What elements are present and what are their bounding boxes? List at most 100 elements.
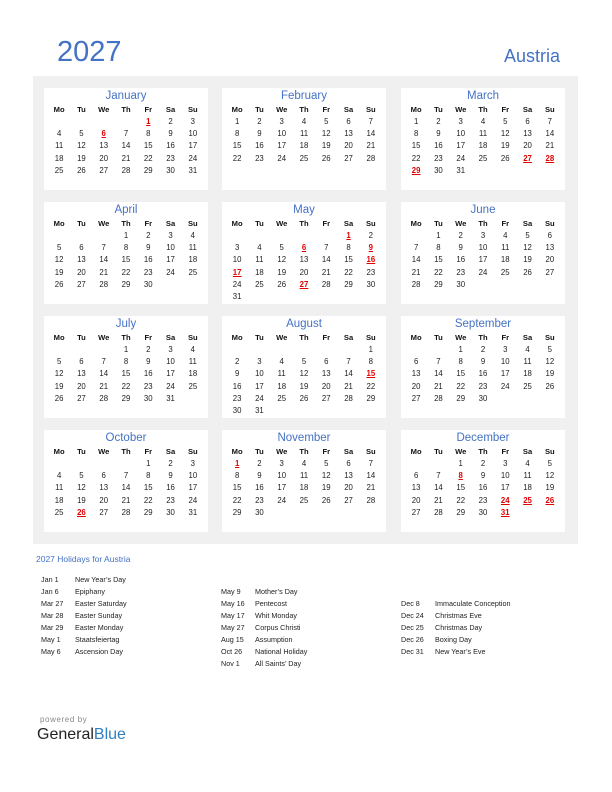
empty-cell	[271, 343, 293, 355]
day-cell: 13	[77, 369, 86, 379]
holiday-item: Dec 24 Christmas Eve	[401, 610, 511, 622]
day-cell: 5	[279, 242, 284, 252]
empty-cell	[427, 343, 449, 355]
weekday-label: We	[455, 332, 467, 342]
week-row: 1 2 3 4 5 6 7	[405, 115, 561, 127]
weekday-label: Sa	[343, 104, 354, 114]
day-cell: 19	[77, 153, 86, 163]
weekday-label: Mo	[231, 446, 243, 456]
holiday-date: Jan 6	[41, 587, 59, 596]
day-cell: 20	[321, 381, 331, 391]
day-cell: 20	[411, 495, 421, 505]
weekday-label: Su	[544, 218, 555, 228]
holiday-item: May 16 Pentecost	[221, 598, 307, 610]
day-cell: 23	[232, 393, 242, 403]
day-cell: 15	[232, 483, 242, 493]
day-cell: 15	[121, 369, 131, 379]
week-row: 19 20 21 22 23 24 25	[48, 266, 204, 278]
day-cell: 5	[324, 458, 329, 468]
weekday-label: We	[455, 104, 467, 114]
month-february: February Mo Tu We Th Fr Sa Su 1 2 3 4 5 6 7 8 9 10 11 12 13 1…	[222, 88, 386, 190]
day-cell: 23	[166, 495, 175, 505]
empty-cell	[360, 506, 382, 518]
month-april: April Mo Tu We Th Fr Sa Su 1 2 3 4 5 6 7 8 9 10 11 12 13 14 15…	[44, 202, 208, 304]
month-august: August Mo Tu We Th Fr Sa Su 1 2 3 4 5 6 7 8 9 10 11 12 13 14 1…	[222, 316, 386, 418]
weekday-label: Tu	[255, 218, 264, 228]
day-cell: 19	[299, 381, 309, 391]
day-cell: 18	[299, 483, 309, 493]
day-cell: 2	[234, 356, 240, 366]
day-cell: 2	[257, 116, 262, 126]
day-cell: 13	[344, 128, 353, 138]
weekday-label: Su	[365, 104, 376, 114]
day-cell: 14	[411, 255, 421, 265]
week-row: 23 24 25 26 27 28 29	[226, 392, 382, 404]
weekday-label: Su	[544, 446, 555, 456]
empty-cell	[115, 115, 137, 127]
week-row: 26 27 28 29 30 31	[48, 392, 204, 404]
day-cell: 13	[411, 369, 421, 379]
day-cell: 6	[346, 458, 351, 468]
week-row: 12 13 14 15 16 17 18	[48, 368, 204, 380]
month-june: June Mo Tu We Th Fr Sa Su 1 2 3 4 5 6 7 8 9 10 11 12 13 14 15 1…	[401, 202, 565, 304]
month-table: Mo Tu We Th Fr Sa Su 1 2 3 4 5 6 7 8 9 10 11 12 13 14 15 16 17 1…	[48, 331, 204, 404]
holiday-day-cell: 16	[366, 255, 376, 265]
holiday-date: Dec 24	[401, 611, 424, 620]
day-cell: 25	[299, 153, 309, 163]
week-row: 22 23 24 25 26 27 28	[226, 494, 382, 506]
weekday-label: We	[455, 446, 467, 456]
brand-name-part1: General	[37, 726, 94, 743]
weekday-label: We	[98, 332, 110, 342]
holiday-day-cell: 26	[545, 495, 555, 505]
day-cell: 25	[299, 495, 309, 505]
day-cell: 22	[121, 267, 131, 277]
holiday-day-cell: 6	[101, 128, 106, 138]
day-cell: 17	[456, 141, 466, 151]
week-row: 20 21 22 23 24 25 26	[405, 494, 561, 506]
day-cell: 25	[523, 381, 532, 391]
holiday-day-cell: 1	[234, 458, 240, 468]
month-december: December Mo Tu We Th Fr Sa Su 1 2 3 4 5 6 7 8 9 10 11 12 13 1…	[401, 430, 565, 532]
month-name: January	[105, 90, 147, 102]
day-cell: 7	[123, 128, 129, 138]
day-cell: 17	[166, 255, 175, 265]
day-cell: 23	[478, 495, 488, 505]
week-row: 4 5 6 7 8 9 10	[48, 469, 204, 481]
holiday-date: May 27	[221, 623, 245, 632]
weekday-label: Su	[187, 446, 198, 456]
day-cell: 27	[99, 165, 109, 175]
month-table: Mo Tu We Th Fr Sa Su 1 2 3 4 5 6 7 8 9 10 11 12 13 14 15 16 17 1…	[48, 103, 204, 176]
day-cell: 11	[299, 470, 309, 480]
weekday-label: Sa	[522, 332, 533, 342]
empty-cell	[337, 343, 359, 355]
holiday-name: Christmas Day	[435, 623, 483, 632]
day-cell: 7	[368, 458, 374, 468]
day-cell: 14	[121, 141, 131, 151]
day-cell: 16	[255, 483, 264, 493]
holiday-day-cell: 17	[232, 267, 242, 277]
holiday-item: May 1 Staatsfeiertag	[41, 634, 127, 646]
week-row: 27 28 29 30 31	[405, 506, 561, 518]
day-cell: 2	[168, 458, 173, 468]
day-cell: 27	[77, 393, 86, 403]
month-name: October	[105, 432, 147, 444]
holiday-name: Easter Saturday	[75, 599, 127, 608]
day-cell: 19	[523, 255, 532, 265]
holiday-date: Jan 1	[41, 575, 59, 584]
month-name: February	[280, 90, 328, 102]
month-name: August	[286, 318, 322, 330]
day-cell: 7	[436, 356, 441, 366]
holidays-column: Dec 8 Immaculate Conception Dec 24 Christma…	[401, 598, 511, 658]
day-cell: 3	[168, 230, 173, 240]
week-row: 1 2 3 4 5	[405, 457, 561, 469]
week-row: 8 9 10 11 12 13 14	[226, 127, 382, 139]
day-cell: 19	[545, 483, 555, 493]
holiday-name: Assumption	[255, 635, 293, 644]
holidays-title: 2027 Holidays for Austria	[36, 554, 131, 564]
weekday-label: Fr	[322, 332, 331, 342]
holiday-item: Dec 25 Christmas Day	[401, 622, 511, 634]
weekday-label: Su	[544, 332, 555, 342]
holidays-column: Jan 1 New Year’s Day Jan 6 Epiphany Mar 27 Ea…	[41, 574, 127, 658]
week-row: 17 18 19 20 21 22 23	[226, 266, 382, 278]
weekday-label: Fr	[501, 446, 510, 456]
